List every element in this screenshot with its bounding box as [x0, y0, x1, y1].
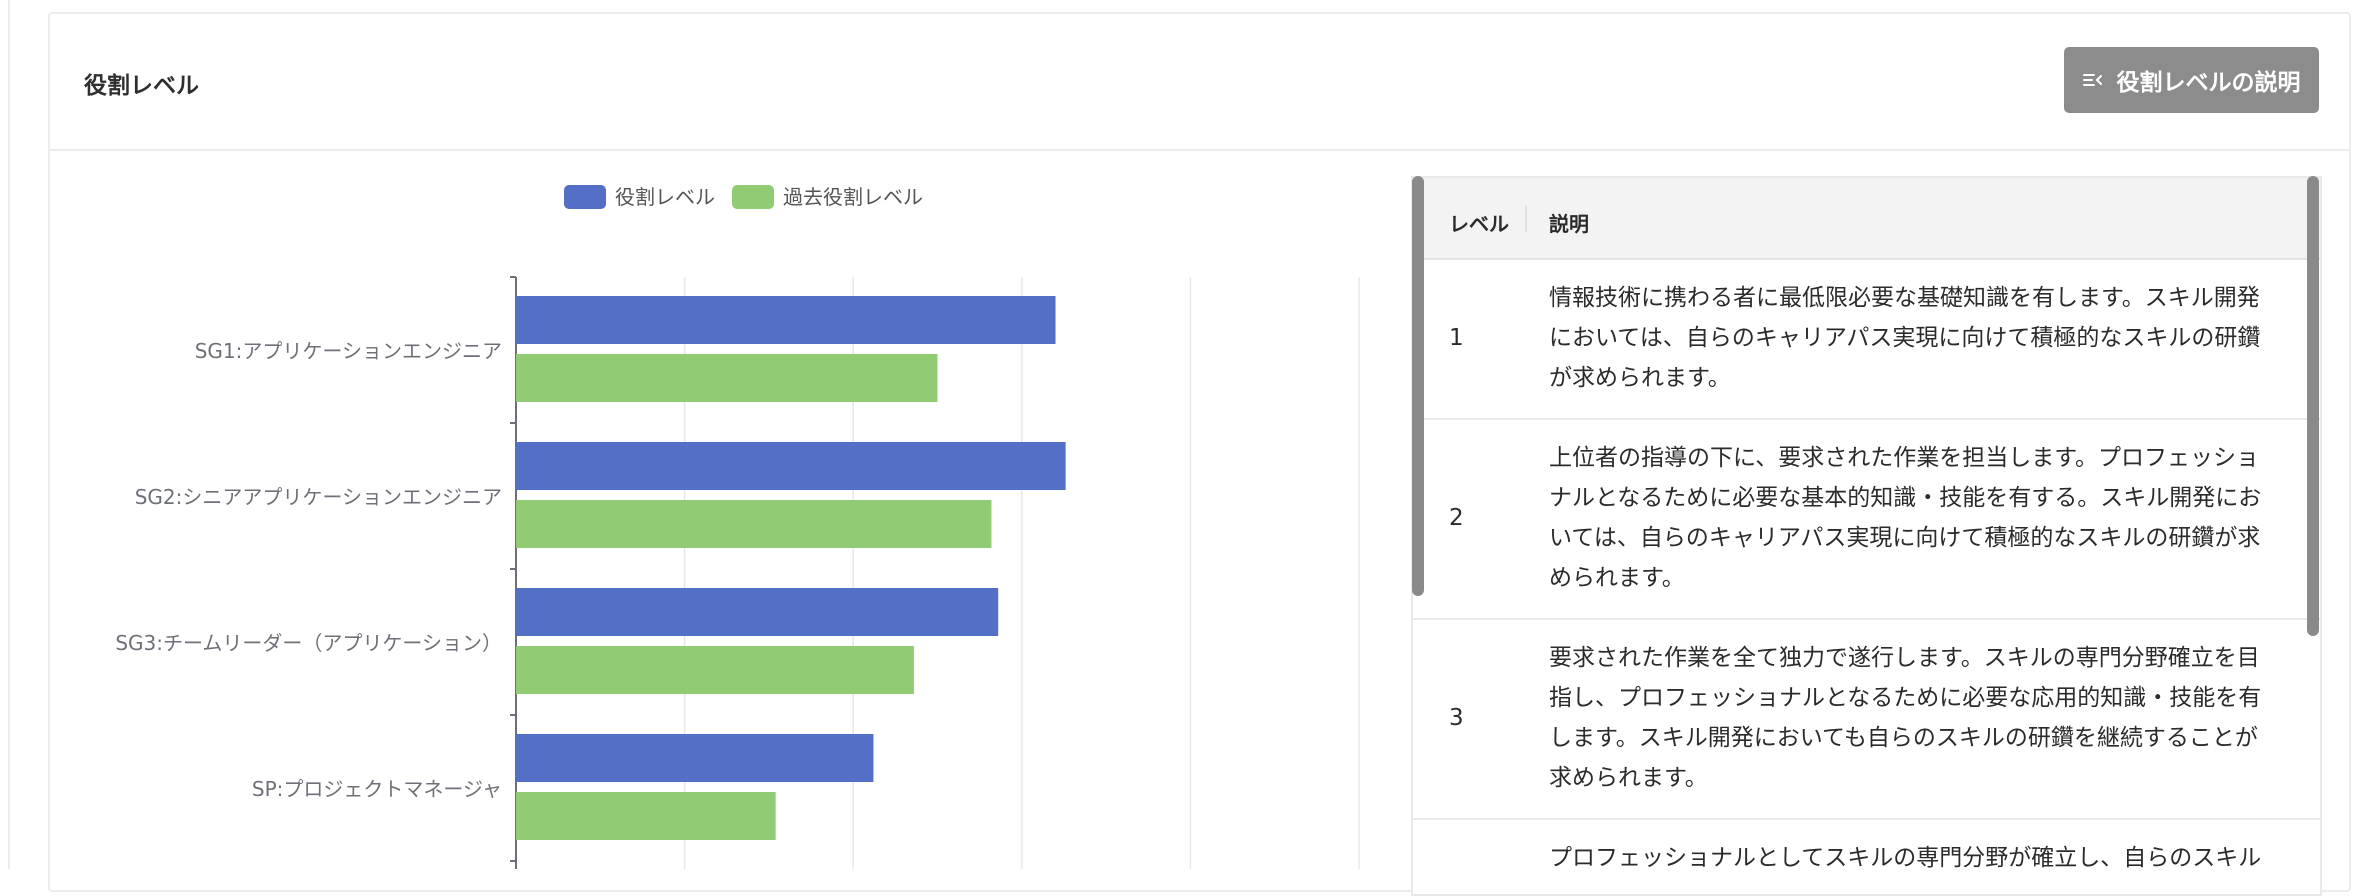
row-level: 2 [1449, 505, 1464, 531]
bar-current-level [516, 442, 1066, 490]
table-header: レベル 説明 [1413, 178, 2320, 260]
description-line: 求められます。 [1549, 765, 1708, 791]
table-row: 3 要求された作業を全て独力で遂行します。スキルの専門分野確立を目 指し、プロフェッ… [1413, 620, 2320, 820]
row-level: 1 [1449, 325, 1464, 351]
description-line: が求められます。 [1549, 365, 1731, 391]
legend-current-label: 役割レベル [615, 185, 715, 209]
category-label: SG1:アプリケーションエンジニア [195, 339, 502, 363]
bar-past-level [516, 500, 992, 548]
row-description: 情報技術に携わる者に最低限必要な基礎知識を有します。スキル開発 においては、自らの… [1549, 278, 2279, 398]
description-line: 情報技術に携わる者に最低限必要な基礎知識を有します。スキル開発 [1549, 285, 2260, 311]
legend-current-swatch [564, 185, 606, 209]
table-row: プロフェッショナルとしてスキルの専門分野が確立し、自らのスキル [1413, 820, 2320, 894]
scrollbar-thumb-right[interactable] [2307, 176, 2319, 636]
description-line: します。スキル開発においても自らのスキルの研鑽を継続することが [1549, 725, 2258, 751]
legend-past-label: 過去役割レベル [783, 185, 923, 209]
bar-past-level [516, 792, 776, 840]
explain-button-label: 役割レベルの説明 [2116, 70, 2301, 96]
description-line: 要求された作業を全て独力で遂行します。スキルの専門分野確立を目 [1549, 645, 2260, 671]
list-collapse-icon [2082, 74, 2102, 86]
row-description: 上位者の指導の下に、要求された作業を担当します。プロフェッショ ナルとなるために必… [1549, 438, 2279, 598]
role-level-explain-button[interactable]: 役割レベルの説明 [2064, 47, 2319, 113]
scrollbar-thumb-left[interactable] [1412, 176, 1424, 596]
header-divider [1525, 206, 1527, 232]
table-row: 1 情報技術に携わる者に最低限必要な基礎知識を有します。スキル開発 においては、自ら… [1413, 260, 2320, 420]
category-label: SP:プロジェクトマネージャ [252, 777, 502, 801]
row-description: 要求された作業を全て独力で遂行します。スキルの専門分野確立を目 指し、プロフェッシ… [1549, 638, 2279, 798]
bar-past-level [516, 354, 938, 402]
description-line: においては、自らのキャリアパス実現に向けて積極的なスキルの研鑽 [1549, 325, 2261, 351]
description-line: 上位者の指導の下に、要求された作業を担当します。プロフェッショ [1549, 445, 2260, 471]
description-line: 指し、プロフェッショナルとなるために必要な応用的知識・技能を有 [1549, 685, 2262, 711]
legend-past-swatch [732, 185, 774, 209]
bar-current-level [516, 296, 1056, 344]
description-line: ナルとなるために必要な基本的知識・技能を有する。スキル開発にお [1549, 485, 2262, 511]
bar-current-level [516, 588, 999, 636]
level-description-table: レベル 説明 1 情報技術に携わる者に最低限必要な基礎知識を有します。スキル開発に… [1411, 176, 2322, 896]
category-label: SG2:シニアアプリケーションエンジニア [135, 485, 502, 509]
description-line: プロフェッショナルとしてスキルの専門分野が確立し、自らのスキル [1549, 845, 2262, 871]
description-line: いては、自らのキャリアパス実現に向けて積極的なスキルの研鑽が求 [1549, 525, 2261, 551]
header-level: レベル [1449, 212, 1509, 236]
category-label: SG3:チームリーダー（アプリケーション） [115, 631, 502, 655]
bar-past-level [516, 646, 914, 694]
row-level: 3 [1449, 705, 1464, 731]
role-level-bar-chart: SG1:アプリケーションエンジニア SG2:シニアアプリケーションエンジニア SG3… [115, 185, 1360, 869]
row-description: プロフェッショナルとしてスキルの専門分野が確立し、自らのスキル [1549, 838, 2279, 878]
table-row: 2 上位者の指導の下に、要求された作業を担当します。プロフェッショ ナルとなるために… [1413, 420, 2320, 620]
description-line: められます。 [1549, 565, 1685, 591]
bar-current-level [516, 734, 874, 782]
header-description: 説明 [1549, 212, 1589, 236]
